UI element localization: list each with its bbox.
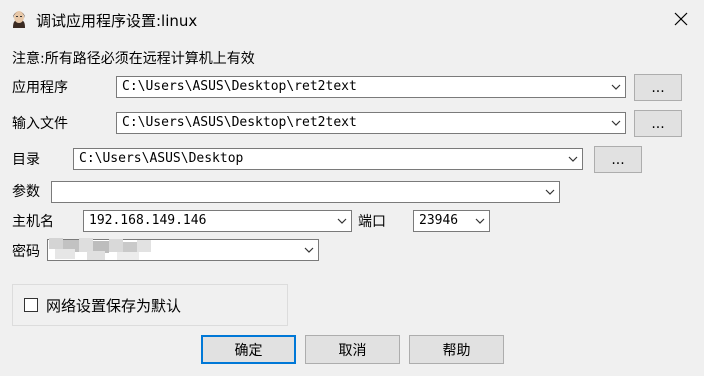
input-file-label: 输入文件 (12, 116, 68, 132)
hostname-value: 192.168.149.146 (89, 213, 207, 228)
chevron-down-icon (611, 120, 621, 126)
dialog-window: 调试应用程序设置:linux 注意:所有路径必须在远程计算机上有效 应用程序 C… (0, 0, 704, 376)
close-button[interactable] (658, 0, 704, 38)
directory-label: 目录 (12, 152, 40, 168)
cancel-button[interactable]: 取消 (305, 335, 400, 364)
redaction-mosaic (49, 238, 151, 260)
close-icon (674, 12, 688, 26)
port-combo[interactable]: 23946 (413, 210, 490, 232)
directory-combo[interactable]: C:\Users\ASUS\Desktop (73, 148, 583, 170)
input-file-value: C:\Users\ASUS\Desktop\ret2text (122, 115, 357, 130)
application-combo[interactable]: C:\Users\ASUS\Desktop\ret2text (116, 76, 626, 98)
save-default-checkbox[interactable] (24, 298, 38, 312)
application-browse-button[interactable]: ... (634, 74, 682, 101)
chevron-down-icon (568, 156, 578, 162)
directory-browse-button[interactable]: ... (594, 146, 642, 173)
input-file-combo[interactable]: C:\Users\ASUS\Desktop\ret2text (116, 112, 626, 134)
remote-path-notice: 注意:所有路径必须在远程计算机上有效 (12, 51, 255, 67)
app-avatar-icon (13, 11, 25, 28)
chevron-down-icon (611, 84, 621, 90)
params-label: 参数 (12, 184, 40, 200)
application-value: C:\Users\ASUS\Desktop\ret2text (122, 79, 357, 94)
chevron-down-icon (545, 189, 555, 195)
chevron-down-icon (304, 247, 314, 253)
application-label: 应用程序 (12, 80, 68, 96)
hostname-label: 主机名 (12, 214, 54, 230)
hostname-combo[interactable]: 192.168.149.146 (83, 210, 352, 232)
chevron-down-icon (337, 218, 347, 224)
port-value: 23946 (419, 213, 459, 228)
password-label: 密码 (12, 244, 40, 260)
window-title: 调试应用程序设置:linux (36, 12, 198, 30)
input-file-browse-button[interactable]: ... (634, 110, 682, 137)
save-default-label: 网络设置保存为默认 (46, 297, 182, 315)
directory-value: C:\Users\ASUS\Desktop (79, 151, 244, 166)
chevron-down-icon (475, 218, 485, 224)
port-label: 端口 (358, 214, 386, 230)
title-bar: 调试应用程序设置:linux (0, 0, 704, 38)
params-combo[interactable] (51, 181, 560, 203)
help-button[interactable]: 帮助 (409, 335, 504, 364)
ok-button[interactable]: 确定 (201, 335, 296, 364)
